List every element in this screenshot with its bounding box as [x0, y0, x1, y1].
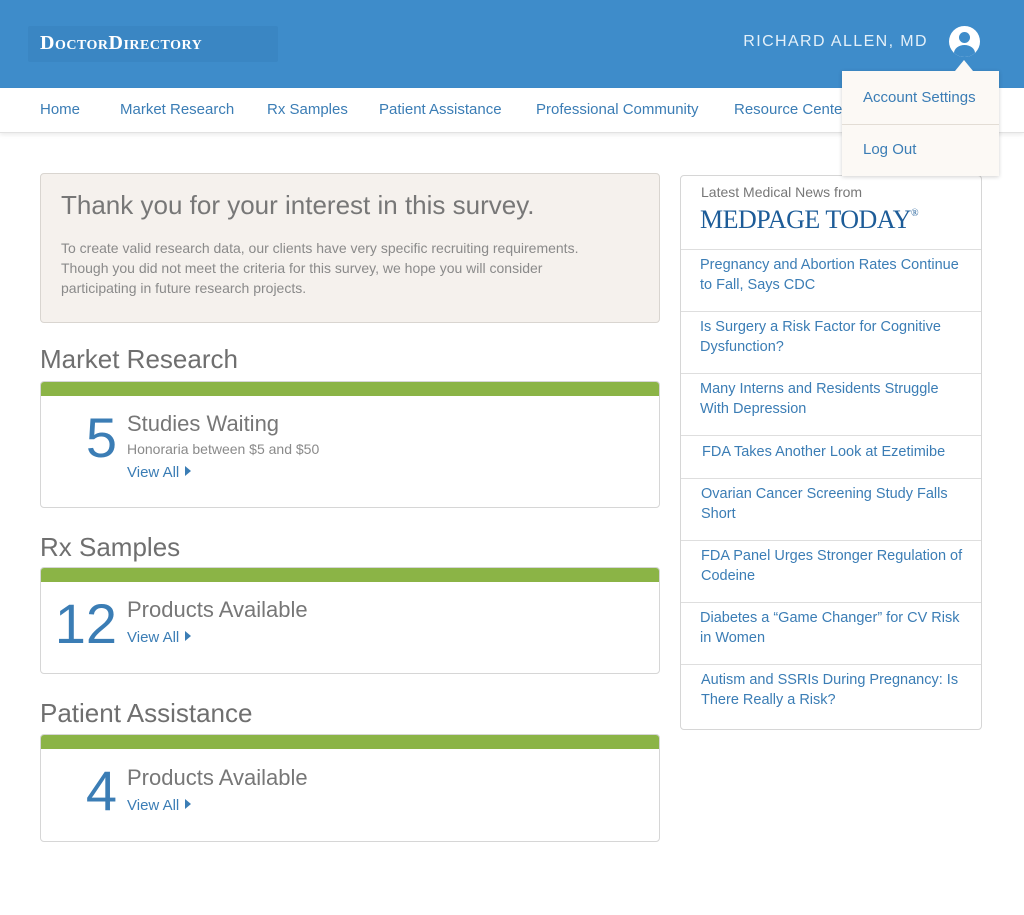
user-avatar-icon[interactable]	[949, 26, 980, 57]
arrow-right-icon	[185, 466, 192, 476]
medpage-today-logo[interactable]: MEDPAGE TODAY®	[700, 205, 919, 235]
site-logo[interactable]: DoctorDirectory	[28, 26, 278, 62]
news-divider	[681, 478, 981, 479]
studies-count: 5	[85, 406, 117, 469]
news-divider	[681, 540, 981, 541]
news-item[interactable]: FDA Panel Urges Stronger Regulation of C…	[701, 546, 963, 586]
patient-assistance-view-all-link[interactable]: View All	[127, 797, 192, 814]
news-item[interactable]: Ovarian Cancer Screening Study Falls Sho…	[701, 484, 963, 524]
nav-item-patient-assistance[interactable]: Patient Assistance	[379, 101, 502, 118]
user-dropdown-menu: Account Settings Log Out	[842, 71, 999, 176]
honoraria-text: Honoraria between $5 and $50	[127, 441, 320, 457]
notice-body: To create valid research data, our clien…	[61, 240, 579, 296]
nav-item-professional-community[interactable]: Professional Community	[536, 101, 699, 118]
market-research-title: Market Research	[40, 344, 238, 374]
nav-item-home[interactable]: Home	[40, 101, 80, 118]
pa-products-heading: Products Available	[127, 765, 308, 790]
market-research-card: 5 Studies Waiting Honoraria between $5 a…	[40, 381, 660, 508]
news-divider	[681, 435, 981, 436]
news-divider	[681, 249, 981, 250]
medpage-logo-text: MEDPAGE TODAY	[700, 205, 911, 234]
market-research-view-all-link[interactable]: View All	[127, 464, 192, 481]
news-item[interactable]: Diabetes a “Game Changer” for CV Risk in…	[700, 608, 962, 648]
card-accent-bar	[41, 382, 659, 396]
news-item[interactable]: Autism and SSRIs During Pregnancy: Is Th…	[701, 670, 963, 710]
card-accent-bar	[41, 735, 659, 749]
nav-item-rx-samples[interactable]: Rx Samples	[267, 101, 348, 118]
news-divider	[681, 311, 981, 312]
arrow-right-icon	[185, 799, 192, 809]
news-panel: Latest Medical News from MEDPAGE TODAY® …	[680, 175, 982, 730]
survey-notice: Thank you for your interest in this surv…	[40, 173, 660, 323]
nav-item-market-research[interactable]: Market Research	[120, 101, 234, 118]
studies-heading: Studies Waiting	[127, 411, 280, 436]
news-item[interactable]: Pregnancy and Abortion Rates Continue to…	[700, 255, 962, 295]
rx-products-count: 12	[54, 592, 117, 655]
patient-assistance-card: 4 Products Available View All	[40, 734, 660, 842]
card-accent-bar	[41, 568, 659, 582]
rx-samples-title: Rx Samples	[40, 532, 181, 562]
view-all-label[interactable]: View All	[127, 797, 179, 814]
rx-samples-card: 12 Products Available View All	[40, 567, 660, 674]
news-item[interactable]: FDA Takes Another Look at Ezetimibe	[702, 442, 964, 462]
log-out-link[interactable]: Log Out	[863, 141, 916, 158]
news-item[interactable]: Many Interns and Residents Struggle With…	[700, 379, 962, 419]
arrow-right-icon	[185, 631, 192, 641]
news-heading: Latest Medical News from	[701, 184, 863, 200]
view-all-label[interactable]: View All	[127, 464, 179, 481]
news-item[interactable]: Is Surgery a Risk Factor for Cognitive D…	[700, 317, 962, 357]
notice-title: Thank you for your interest in this surv…	[61, 190, 535, 220]
rx-products-heading: Products Available	[127, 597, 308, 622]
pa-products-count: 4	[85, 759, 117, 822]
dropdown-caret	[955, 60, 973, 71]
dropdown-divider	[842, 124, 999, 125]
rx-samples-view-all-link[interactable]: View All	[127, 629, 192, 646]
news-divider	[681, 373, 981, 374]
news-divider	[681, 602, 981, 603]
view-all-label[interactable]: View All	[127, 629, 179, 646]
patient-assistance-title: Patient Assistance	[40, 698, 253, 728]
user-name[interactable]: RICHARD ALLEN, MD	[743, 33, 928, 51]
nav-item-resource-center[interactable]: Resource Center	[734, 101, 847, 118]
account-settings-link[interactable]: Account Settings	[863, 89, 976, 106]
news-divider	[681, 664, 981, 665]
